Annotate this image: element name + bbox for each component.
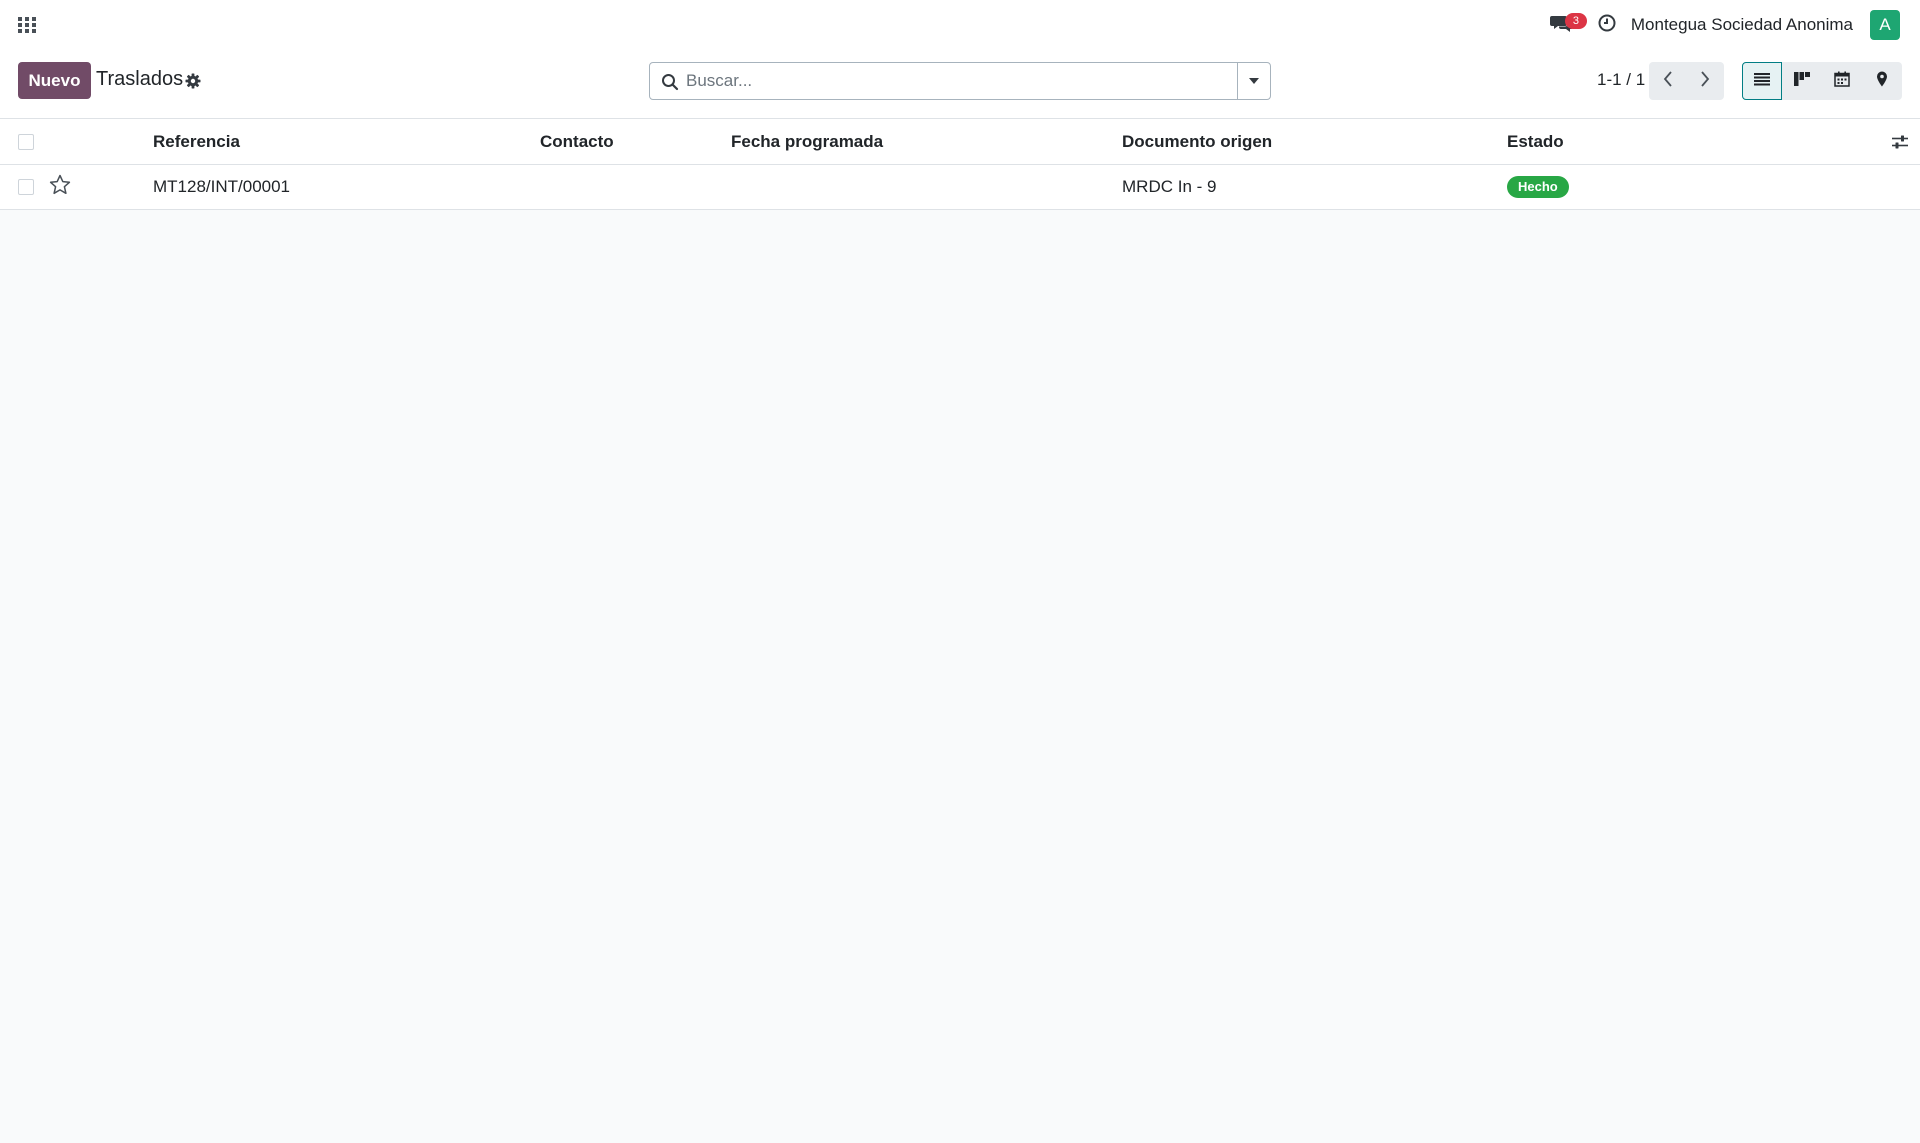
messaging-menu[interactable]: 3 (1547, 10, 1587, 40)
navbar-systray: 3 Montegua Sociedad Anonima A (1547, 0, 1900, 50)
chevron-right-icon (1700, 70, 1710, 92)
top-navbar: 3 Montegua Sociedad Anonima A (0, 0, 1920, 50)
star-icon (49, 174, 71, 200)
select-all-cell (18, 119, 34, 164)
unread-count-badge: 3 (1564, 13, 1587, 29)
gear-icon[interactable] (184, 72, 202, 90)
pager-buttons (1649, 62, 1724, 100)
table-row[interactable]: MT128/INT/00001 MRDC In - 9 Hecho (0, 165, 1920, 210)
pager-previous-button[interactable] (1649, 62, 1686, 100)
search-input[interactable] (686, 63, 1231, 99)
list-empty-area (0, 211, 1920, 1143)
clock-icon (1597, 13, 1617, 38)
user-avatar[interactable]: A (1870, 10, 1900, 40)
list-view-button[interactable] (1742, 62, 1782, 100)
column-header-contacto[interactable]: Contacto (540, 119, 614, 164)
kanban-view-button[interactable] (1782, 62, 1822, 100)
favorite-toggle[interactable] (49, 165, 71, 209)
status-badge: Hecho (1507, 176, 1569, 198)
row-select-cell (18, 165, 34, 209)
cell-documento-origen: MRDC In - 9 (1122, 177, 1217, 196)
optional-columns-icon[interactable] (1891, 134, 1909, 150)
pager-next-button[interactable] (1686, 62, 1723, 100)
new-button[interactable]: Nuevo (18, 62, 91, 99)
column-header-documento-origen[interactable]: Documento origen (1122, 119, 1272, 164)
cell-estado: Hecho (1507, 165, 1569, 209)
list-icon (1754, 72, 1770, 91)
row-checkbox[interactable] (18, 179, 34, 195)
select-all-checkbox[interactable] (18, 133, 34, 150)
apps-menu-icon[interactable] (16, 15, 38, 35)
list-table: Referencia Contacto Fecha programada Doc… (0, 119, 1920, 210)
calendar-icon (1834, 71, 1850, 92)
control-panel: Nuevo Traslados 1-1 / 1 (0, 50, 1920, 119)
chevron-left-icon (1663, 70, 1673, 92)
pager-value[interactable]: 1-1 / 1 (1597, 70, 1645, 90)
map-view-button[interactable] (1862, 62, 1902, 100)
search-options-toggle[interactable] (1237, 63, 1270, 99)
map-marker-icon (1876, 71, 1888, 92)
search-box (649, 62, 1271, 100)
search-icon (661, 73, 679, 91)
company-switcher[interactable]: Montegua Sociedad Anonima (1631, 15, 1853, 35)
table-header: Referencia Contacto Fecha programada Doc… (0, 119, 1920, 165)
cell-referencia: MT128/INT/00001 (153, 177, 291, 196)
kanban-icon (1794, 71, 1810, 91)
page-title: Traslados (96, 68, 184, 90)
column-header-referencia[interactable]: Referencia (153, 119, 240, 164)
view-switcher (1742, 62, 1902, 100)
activity-menu[interactable] (1595, 10, 1619, 40)
column-header-fecha-programada[interactable]: Fecha programada (731, 119, 883, 164)
caret-down-icon (1248, 72, 1260, 90)
calendar-view-button[interactable] (1822, 62, 1862, 100)
column-header-estado[interactable]: Estado (1507, 119, 1564, 164)
